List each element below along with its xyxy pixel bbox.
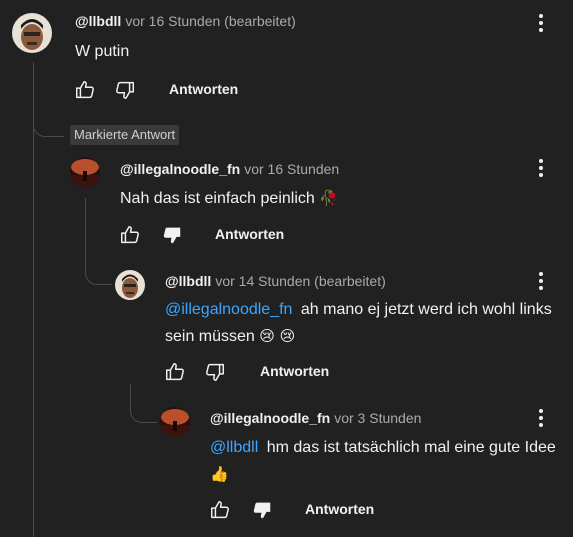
timestamp[interactable]: vor 14 Stunden (bearbeitet) <box>215 273 385 289</box>
mention-link[interactable]: @illegalnoodle_fn <box>165 301 292 318</box>
reply-button[interactable]: Antworten <box>215 226 284 242</box>
comment-header: @llbdll vor 16 Stunden (bearbeitet) <box>75 12 296 30</box>
thumbs-down-filled-icon[interactable] <box>161 224 183 246</box>
avatar[interactable] <box>12 13 52 53</box>
highlighted-reply-badge: Markierte Antwort <box>70 125 180 145</box>
comment-header: @illegalnoodle_fn vor 3 Stunden <box>210 409 421 427</box>
timestamp[interactable]: vor 3 Stunden <box>334 410 421 426</box>
comment-2: @illegalnoodle_fn vor 16 Stunden Nah das … <box>0 150 573 260</box>
comment-actions: Antworten <box>164 361 364 385</box>
thumbs-down-icon[interactable] <box>204 361 226 383</box>
avatar[interactable] <box>160 407 190 437</box>
more-vert-icon[interactable] <box>537 12 545 34</box>
comment-header: @llbdll vor 14 Stunden (bearbeitet) <box>165 272 386 290</box>
reply-button[interactable]: Antworten <box>260 363 329 379</box>
comment-text: @llbdll hm das ist tatsächlich mal eine … <box>210 439 556 483</box>
thumbs-up-icon[interactable] <box>74 79 96 101</box>
wilted-rose-emoji: 🥀 <box>319 189 338 207</box>
author-name[interactable]: @illegalnoodle_fn <box>120 161 240 177</box>
avatar[interactable] <box>70 157 100 187</box>
thumbs-up-icon[interactable] <box>209 499 231 521</box>
thumbs-up-emoji: 👍 <box>210 465 229 483</box>
author-name[interactable]: @llbdll <box>75 13 121 29</box>
author-name[interactable]: @llbdll <box>165 273 211 289</box>
thumbs-up-icon[interactable] <box>119 224 141 246</box>
more-vert-icon[interactable] <box>537 270 545 292</box>
mention-link[interactable]: @llbdll <box>210 439 258 456</box>
timestamp[interactable]: vor 16 Stunden (bearbeitet) <box>125 13 295 29</box>
crying-face-emoji: 😢 😢 <box>259 327 296 345</box>
comment-actions: Antworten <box>119 224 319 248</box>
more-vert-icon[interactable] <box>537 407 545 429</box>
comment-3: @llbdll vor 14 Stunden (bearbeitet) @ille… <box>0 265 573 385</box>
comment-text: @illegalnoodle_fn ah mano ej jetzt werd … <box>165 301 552 345</box>
comment-header: @illegalnoodle_fn vor 16 Stunden <box>120 160 339 178</box>
reply-button[interactable]: Antworten <box>169 81 238 97</box>
author-name[interactable]: @illegalnoodle_fn <box>210 410 330 426</box>
comment-text: W putin <box>75 43 130 60</box>
avatar[interactable] <box>115 270 145 300</box>
thumbs-down-filled-icon[interactable] <box>251 499 273 521</box>
comment-actions: Antworten <box>74 79 274 103</box>
comment-1: @llbdll vor 16 Stunden (bearbeitet) W put… <box>0 0 573 110</box>
thread-line-branch-1 <box>33 118 64 137</box>
comment-text: Nah das ist einfach peinlich 🥀 <box>120 189 338 207</box>
comment-4: @illegalnoodle_fn vor 3 Stunden @llbdll h… <box>0 400 573 537</box>
thumbs-up-icon[interactable] <box>164 361 186 383</box>
more-vert-icon[interactable] <box>537 157 545 179</box>
comment-actions: Antworten <box>209 499 409 523</box>
timestamp[interactable]: vor 16 Stunden <box>244 161 339 177</box>
thumbs-down-icon[interactable] <box>114 79 136 101</box>
reply-button[interactable]: Antworten <box>305 501 374 517</box>
